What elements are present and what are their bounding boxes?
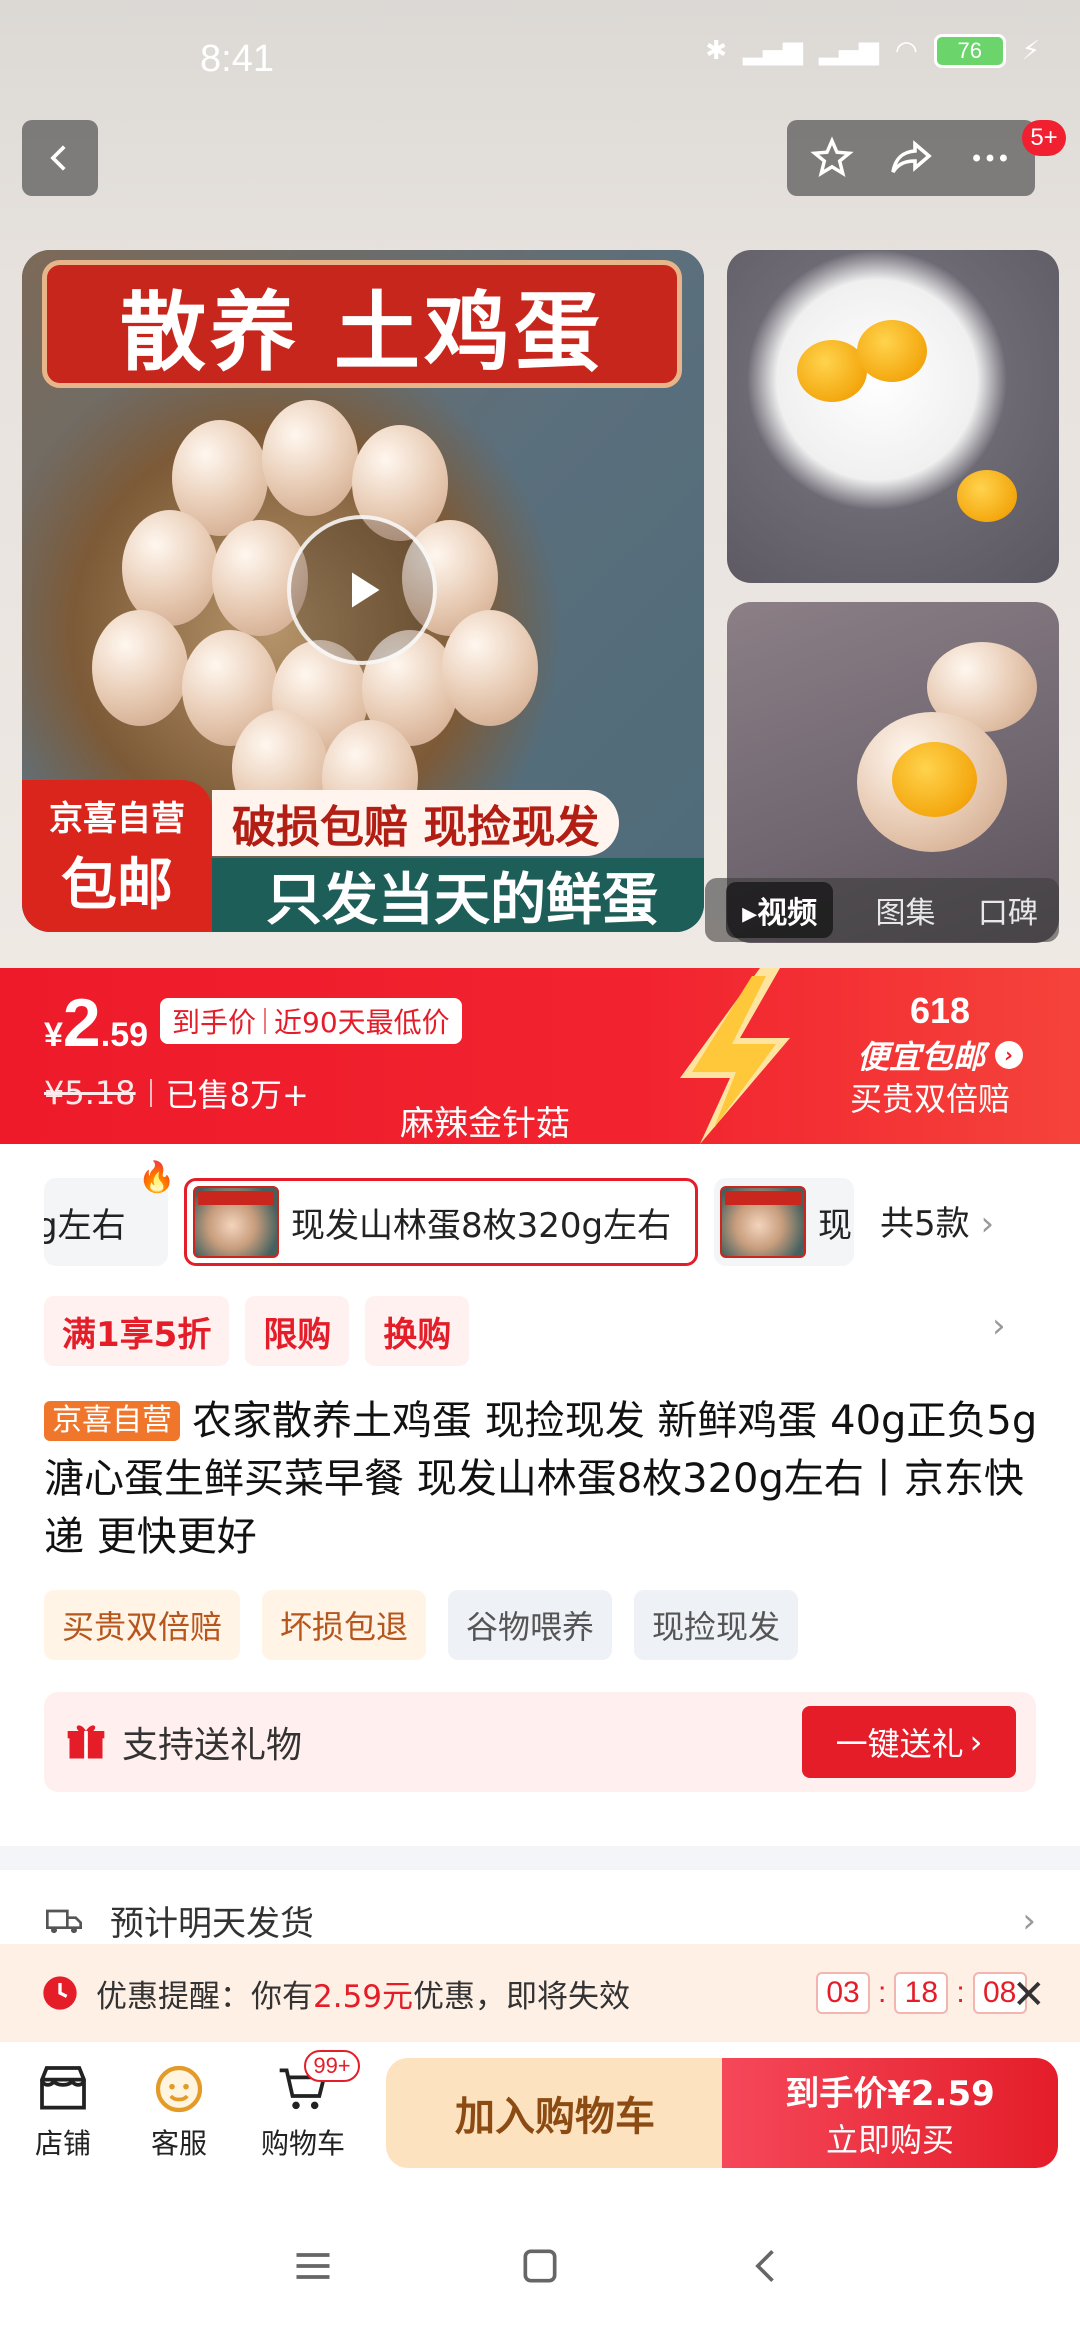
close-reminder-button[interactable]: ✕ bbox=[1012, 1972, 1046, 2018]
gift-row: 支持送礼物 一键送礼 › bbox=[44, 1692, 1036, 1792]
status-time: 8:41 bbox=[200, 38, 274, 80]
header-actions bbox=[787, 120, 1035, 196]
price-banner: ¥ 2 .59 到手价 近90天最低价 ¥5.18 已售8万+ 麻辣金针菇 61… bbox=[0, 968, 1080, 1144]
promo-chip[interactable]: 换购 bbox=[365, 1296, 470, 1366]
image-promo-line1: 破损包赔 现捡现发 bbox=[212, 790, 620, 856]
chevron-right-icon: › bbox=[980, 1204, 995, 1244]
back-nav-icon[interactable] bbox=[745, 2244, 789, 2288]
add-to-cart-button[interactable]: 加入购物车 bbox=[386, 2058, 724, 2168]
truck-icon bbox=[46, 1909, 82, 1933]
price-subline: 麻辣金针菇 bbox=[400, 1104, 570, 1144]
cart-button[interactable]: 99+ 购物车 bbox=[248, 2050, 360, 2162]
gift-icon bbox=[67, 1725, 105, 1759]
price-tag: 到手价 近90天最低价 bbox=[160, 998, 462, 1044]
cart-count-badge: 99+ bbox=[304, 2050, 360, 2082]
sold-count: 已售8万+ bbox=[165, 1076, 309, 1114]
event-guarantee: 买贵双倍赔 bbox=[850, 1080, 1011, 1118]
play-button[interactable] bbox=[287, 515, 437, 665]
more-icon bbox=[972, 154, 1007, 162]
wifi-icon: ◠ bbox=[895, 36, 918, 66]
send-gift-button[interactable]: 一键送礼 › bbox=[802, 1706, 1016, 1778]
promo-chips: 满1享5折 限购 换购 bbox=[44, 1296, 470, 1366]
tab-reviews[interactable]: 口碑 bbox=[978, 888, 1038, 932]
variant-thumbnail bbox=[193, 1186, 279, 1258]
store-icon bbox=[40, 2066, 86, 2110]
current-price: ¥ 2 .59 bbox=[44, 985, 149, 1061]
variant-item-selected[interactable]: 现发山林蛋8枚320g左右 bbox=[184, 1178, 698, 1266]
back-icon bbox=[50, 145, 66, 171]
service-tags: 买贵双倍赔 坏损包退 谷物喂养 现捡现发 bbox=[44, 1590, 799, 1660]
media-tabs: ▸视频 图集 口碑 bbox=[705, 878, 1059, 942]
service-tag: 现捡现发 bbox=[634, 1590, 799, 1660]
variant-thumbnail bbox=[720, 1186, 806, 1258]
home-icon[interactable] bbox=[518, 2244, 562, 2288]
close-icon: ✕ bbox=[1012, 1972, 1046, 2018]
service-tag: 谷物喂养 bbox=[448, 1590, 613, 1660]
service-tag: 坏损包退 bbox=[262, 1590, 427, 1660]
star-icon bbox=[810, 136, 854, 177]
countdown-minutes: 18 bbox=[894, 1972, 949, 2014]
event-618[interactable]: 618 便宜包邮 › bbox=[840, 990, 1040, 1078]
product-title: 京喜自营 农家散养土鸡蛋 现捡现发 新鲜鸡蛋 40g正负5g溏心蛋生鲜买菜早餐 现… bbox=[44, 1398, 1038, 1560]
battery-icon: 76 bbox=[933, 34, 1006, 68]
favorite-button[interactable] bbox=[802, 128, 862, 188]
section-divider bbox=[0, 1846, 1080, 1870]
hot-icon: 🔥 bbox=[138, 1160, 176, 1195]
shipping-row[interactable]: 预计明天发货 › bbox=[44, 1896, 1036, 1945]
service-button[interactable]: 客服 bbox=[124, 2056, 234, 2162]
signal-icon: ▂▄▆ bbox=[743, 36, 804, 66]
image-store-badge: 京喜自营 包邮 bbox=[22, 780, 212, 932]
variant-total[interactable]: 共5款 › bbox=[880, 1196, 994, 1245]
chevron-right-icon: › bbox=[1022, 1900, 1036, 1941]
notification-badge: 5+ bbox=[1022, 120, 1066, 156]
clock-icon bbox=[43, 1976, 77, 2010]
service-tag: 买贵双倍赔 bbox=[44, 1590, 241, 1660]
share-icon bbox=[891, 140, 932, 174]
play-icon bbox=[352, 572, 380, 608]
image-badge-line2: 包邮 bbox=[61, 853, 173, 918]
share-button[interactable] bbox=[881, 128, 941, 188]
more-button[interactable] bbox=[960, 128, 1020, 188]
side-image-yolks[interactable] bbox=[727, 250, 1059, 583]
back-button[interactable] bbox=[22, 120, 98, 196]
lightning-icon bbox=[680, 968, 790, 1144]
chevron-right-icon[interactable]: › bbox=[992, 1306, 1006, 1346]
signal2-icon: ▂▄▆ bbox=[819, 36, 880, 66]
shipping-text: 预计明天发货 bbox=[110, 1904, 314, 1944]
charging-icon: ⚡ bbox=[1021, 36, 1040, 66]
image-badge-line1: 京喜自营 bbox=[49, 799, 185, 839]
original-price: ¥5.18 bbox=[44, 1074, 136, 1112]
tab-video[interactable]: ▸视频 bbox=[726, 882, 834, 938]
system-navigation bbox=[0, 2192, 1080, 2340]
status-icons: ✱ ▂▄▆ ▂▄▆ ◠ 76 ⚡ bbox=[705, 34, 1040, 68]
countdown-hours: 03 bbox=[816, 1972, 870, 2014]
tab-gallery[interactable]: 图集 bbox=[876, 888, 936, 932]
promo-chip[interactable]: 限购 bbox=[245, 1296, 350, 1366]
image-promo-line2: 只发当天的鲜蛋 bbox=[212, 858, 704, 932]
promo-chip[interactable]: 满1享5折 bbox=[44, 1296, 230, 1366]
reminder-amount: 2.59元 bbox=[313, 1978, 414, 2015]
customer-service-icon bbox=[155, 2065, 203, 2113]
variant-item[interactable]: 现 bbox=[714, 1178, 854, 1266]
chevron-right-icon: › bbox=[995, 1041, 1023, 1069]
gift-label: 支持送礼物 bbox=[122, 1725, 303, 1766]
store-button[interactable]: 店铺 bbox=[8, 2056, 118, 2162]
main-product-image[interactable]: 散养 土鸡蛋 破损包赔 现捡现发 只发当天的鲜蛋 京喜自营 包邮 bbox=[22, 250, 704, 932]
countdown-timer: 03: 18: 08 bbox=[816, 1972, 1027, 2014]
menu-icon[interactable] bbox=[291, 2244, 335, 2288]
chevron-right-icon: › bbox=[969, 1723, 983, 1761]
buy-now-button[interactable]: 到手价¥2.59 立即购买 bbox=[722, 2058, 1058, 2168]
original-price-row: ¥5.18 已售8万+ bbox=[44, 1070, 309, 1116]
store-badge: 京喜自营 bbox=[44, 1401, 180, 1441]
bluetooth-icon: ✱ bbox=[705, 36, 728, 66]
image-title: 散养 土鸡蛋 bbox=[42, 260, 682, 388]
